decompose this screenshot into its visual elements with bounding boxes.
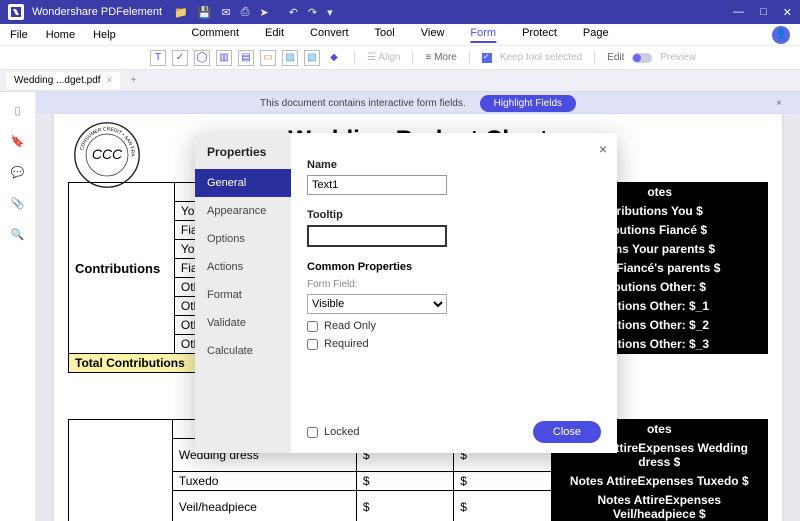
- tab-options[interactable]: Options: [195, 225, 291, 253]
- align-menu[interactable]: ☰ Align: [367, 52, 400, 63]
- title-bar: Wondershare PDFelement 📁 💾 ✉ ⎙ ➤ ↶ ↷ ▾ —…: [0, 0, 800, 24]
- tab-appearance[interactable]: Appearance: [195, 197, 291, 225]
- eraser-tool-icon[interactable]: ◆: [326, 50, 342, 66]
- cell-amt[interactable]: $: [356, 491, 453, 521]
- preview-mode-label: Preview: [660, 52, 696, 63]
- open-icon[interactable]: 📁: [174, 6, 188, 19]
- edit-mode-label: Edit: [607, 52, 624, 63]
- highlight-fields-button[interactable]: Highlight Fields: [480, 95, 576, 112]
- maximize-icon[interactable]: □: [760, 6, 767, 19]
- banner-close-icon[interactable]: ×: [776, 98, 782, 109]
- menu-home[interactable]: Home: [46, 29, 75, 41]
- tab-title: Wedding ...dget.pdf: [14, 75, 101, 86]
- left-rail: ▯ 🔖 💬 📎 🔍: [0, 92, 36, 521]
- locked-checkbox[interactable]: [307, 427, 318, 438]
- menu-form[interactable]: Form: [470, 27, 496, 43]
- keep-tool-checkbox[interactable]: [482, 53, 492, 63]
- menu-view[interactable]: View: [421, 27, 445, 43]
- radio-tool-icon[interactable]: ◯: [194, 50, 210, 66]
- tab-validate[interactable]: Validate: [195, 309, 291, 337]
- org-seal-icon: CCCCONSUMER CREDIT • SAN FRANCISCO: [72, 120, 142, 190]
- list-tool-icon[interactable]: ▤: [238, 50, 254, 66]
- keep-tool-label: Keep tool selected: [500, 52, 582, 63]
- dialog-title: Properties: [195, 133, 291, 169]
- mail-icon[interactable]: ✉: [221, 6, 230, 19]
- redo-icon[interactable]: ↷: [308, 6, 317, 19]
- formfield-label: Form Field:: [307, 279, 601, 290]
- name-input[interactable]: [307, 175, 447, 195]
- print-icon[interactable]: ⎙: [241, 6, 250, 19]
- undo-icon[interactable]: ↶: [289, 6, 298, 19]
- checkbox-tool-icon[interactable]: ✓: [172, 50, 188, 66]
- user-avatar-icon[interactable]: 👤: [772, 26, 790, 44]
- name-label: Name: [307, 159, 601, 171]
- save-icon[interactable]: 💾: [198, 6, 212, 19]
- attire-note-2[interactable]: Notes AttireExpenses Veil/headpiece $: [551, 491, 767, 521]
- tooltip-label: Tooltip: [307, 209, 601, 221]
- edit-preview-toggle[interactable]: [632, 53, 652, 63]
- share-icon[interactable]: ➤: [259, 6, 268, 19]
- menu-bar: File Home Help Comment Edit Convert Tool…: [0, 24, 800, 46]
- attire-note-1[interactable]: Notes AttireExpenses Tuxedo $: [551, 472, 767, 491]
- quick-actions: 📁 💾 ✉ ⎙ ➤: [174, 6, 269, 19]
- readonly-label: Read Only: [324, 320, 376, 332]
- more-menu[interactable]: ≡ More: [425, 52, 456, 63]
- document-tab[interactable]: Wedding ...dget.pdf ×: [6, 72, 120, 89]
- app-title: Wondershare PDFelement: [32, 6, 162, 18]
- menu-page[interactable]: Page: [583, 27, 609, 43]
- dialog-close-icon[interactable]: ×: [599, 141, 607, 157]
- contributions-label: Contributions: [69, 183, 175, 354]
- menu-help[interactable]: Help: [93, 29, 116, 41]
- locked-label: Locked: [324, 426, 359, 438]
- menu-comment[interactable]: Comment: [191, 27, 239, 43]
- readonly-checkbox[interactable]: [307, 321, 318, 332]
- text-field-icon[interactable]: T: [150, 50, 166, 66]
- menu-edit[interactable]: Edit: [265, 27, 284, 43]
- tab-actions[interactable]: Actions: [195, 253, 291, 281]
- tab-general[interactable]: General: [195, 169, 291, 197]
- form-banner: This document contains interactive form …: [36, 92, 800, 114]
- tab-format[interactable]: Format: [195, 281, 291, 309]
- close-window-icon[interactable]: ✕: [783, 6, 792, 19]
- visibility-select[interactable]: Visible: [307, 294, 447, 314]
- cell-amt[interactable]: $: [454, 472, 551, 491]
- signature-tool-icon[interactable]: ▧: [304, 50, 320, 66]
- menu-tool[interactable]: Tool: [375, 27, 395, 43]
- window-controls: — □ ✕: [733, 6, 792, 19]
- cell-amt[interactable]: $: [454, 491, 551, 521]
- required-label: Required: [324, 338, 369, 350]
- close-button[interactable]: Close: [533, 421, 601, 443]
- dialog-sidebar: Properties General Appearance Options Ac…: [195, 133, 291, 453]
- required-checkbox[interactable]: [307, 339, 318, 350]
- minimize-icon[interactable]: —: [733, 6, 744, 19]
- dropdown-icon[interactable]: ▾: [327, 6, 333, 19]
- cell-amt[interactable]: $: [356, 472, 453, 491]
- menu-convert[interactable]: Convert: [310, 27, 349, 43]
- image-tool-icon[interactable]: ▨: [282, 50, 298, 66]
- banner-message: This document contains interactive form …: [260, 98, 466, 109]
- dialog-main: × Name Tooltip Common Properties Form Fi…: [291, 133, 617, 453]
- document-tabs: Wedding ...dget.pdf × +: [0, 70, 800, 92]
- combo-tool-icon[interactable]: ▥: [216, 50, 232, 66]
- menu-file[interactable]: File: [10, 29, 28, 41]
- button-tool-icon[interactable]: ▭: [260, 50, 276, 66]
- row-veil[interactable]: Veil/headpiece: [172, 491, 356, 521]
- tab-close-icon[interactable]: ×: [107, 75, 113, 86]
- attachments-icon[interactable]: 📎: [11, 197, 25, 210]
- thumbnails-icon[interactable]: ▯: [14, 104, 20, 117]
- svg-text:CCC: CCC: [92, 146, 123, 162]
- bookmarks-icon[interactable]: 🔖: [11, 135, 25, 148]
- new-tab-icon[interactable]: +: [126, 75, 140, 86]
- comments-icon[interactable]: 💬: [11, 166, 25, 179]
- row-tuxedo[interactable]: Tuxedo: [172, 472, 356, 491]
- common-props-label: Common Properties: [307, 261, 601, 273]
- history-actions: ↶ ↷ ▾: [289, 6, 333, 19]
- tooltip-input[interactable]: [307, 225, 447, 247]
- app-logo: [8, 4, 24, 20]
- tab-calculate[interactable]: Calculate: [195, 337, 291, 365]
- search-icon[interactable]: 🔍: [11, 228, 25, 241]
- menu-protect[interactable]: Protect: [522, 27, 557, 43]
- form-toolbar: T ✓ ◯ ▥ ▤ ▭ ▨ ▧ ◆ ☰ Align ≡ More Keep to…: [0, 46, 800, 70]
- properties-dialog: Properties General Appearance Options Ac…: [195, 133, 617, 453]
